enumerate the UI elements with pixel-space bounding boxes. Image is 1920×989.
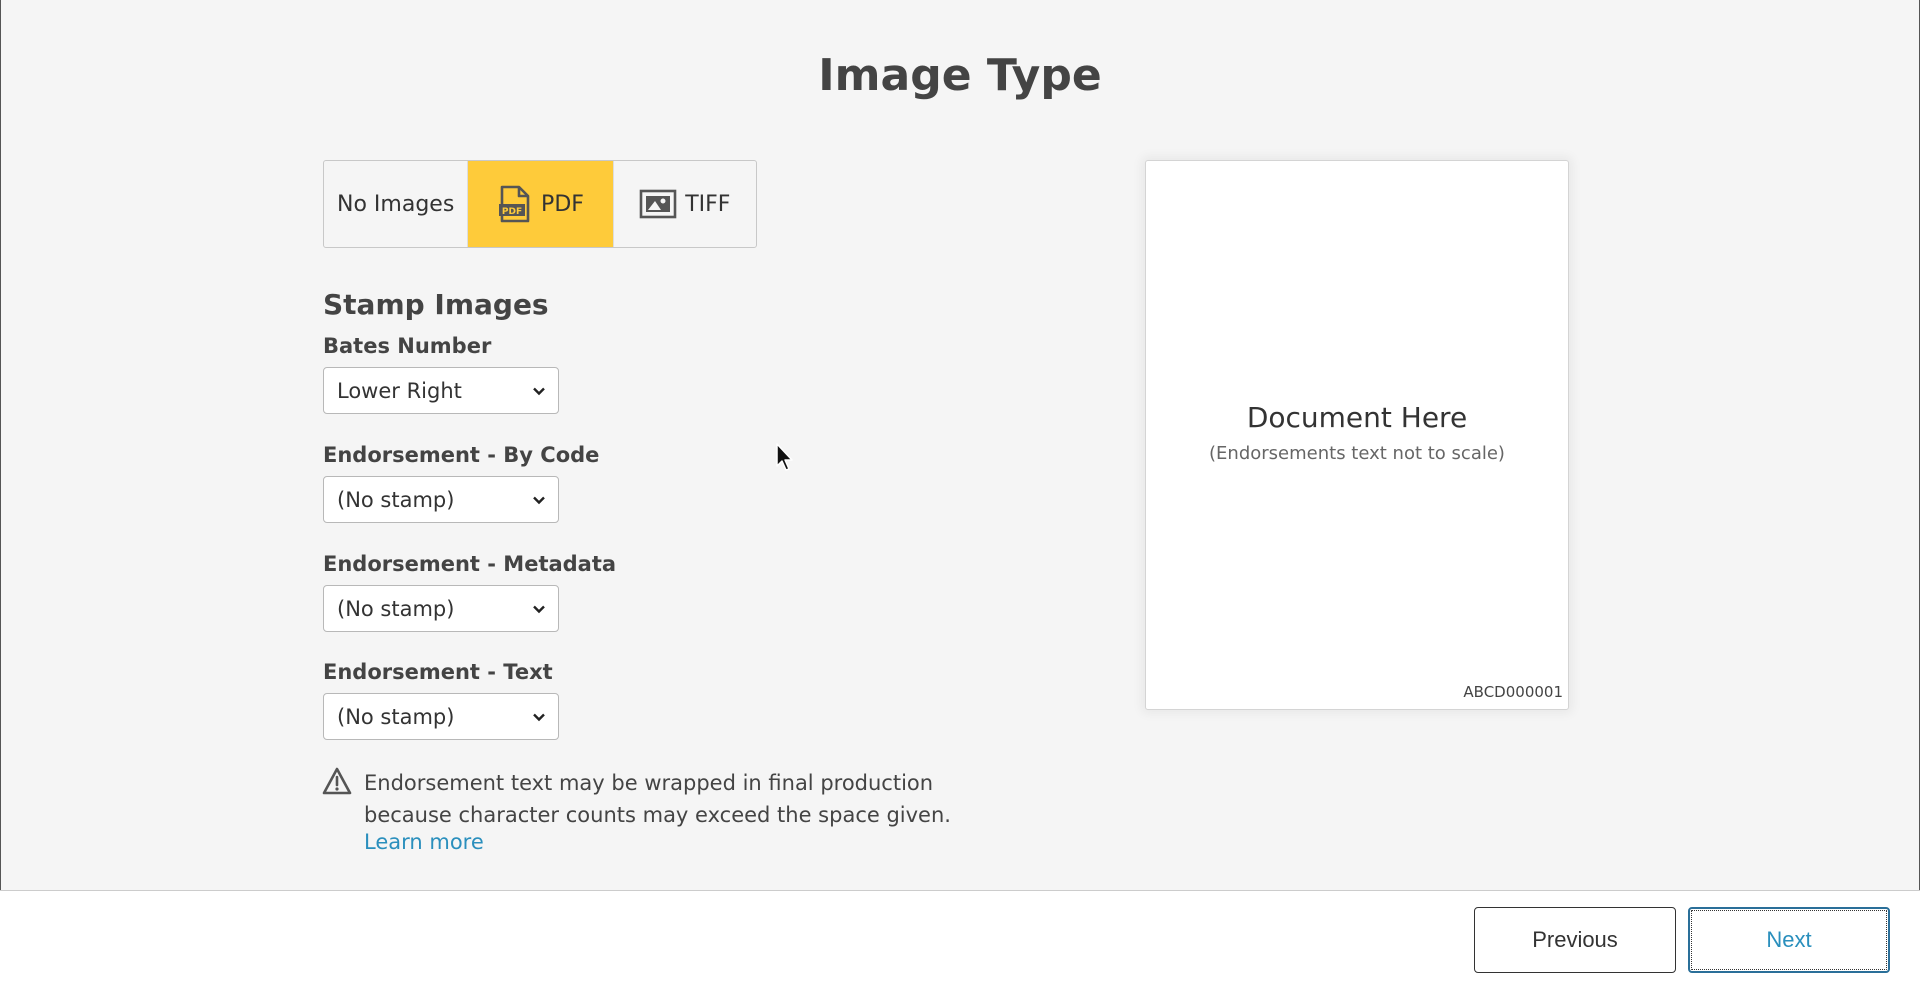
image-type-tiff-button[interactable]: TIFF	[612, 161, 756, 247]
document-preview-subheading: (Endorsements text not to scale)	[1209, 443, 1505, 464]
chevron-down-icon	[533, 605, 545, 613]
image-type-no-images-button[interactable]: No Images	[324, 161, 469, 247]
pdf-file-icon: PDF	[497, 185, 533, 223]
bates-number-label: Bates Number	[323, 334, 492, 358]
image-icon	[639, 189, 677, 219]
endorsement-warning-text: Endorsement text may be wrapped in final…	[364, 771, 951, 827]
bates-number-value: Lower Right	[337, 378, 462, 403]
image-type-no-images-label: No Images	[337, 191, 455, 217]
warning-icon	[322, 767, 352, 795]
stamp-images-heading: Stamp Images	[323, 288, 549, 321]
document-preview-heading: Document Here	[1246, 401, 1468, 434]
endorsement-by-code-value: (No stamp)	[337, 487, 455, 512]
svg-text:PDF: PDF	[502, 207, 522, 217]
chevron-down-icon	[533, 713, 545, 721]
image-type-tiff-label: TIFF	[685, 191, 731, 217]
image-type-pdf-button[interactable]: PDF PDF	[468, 161, 613, 247]
previous-button[interactable]: Previous	[1474, 907, 1676, 973]
mouse-cursor-icon	[776, 443, 793, 471]
endorsement-metadata-value: (No stamp)	[337, 596, 455, 621]
endorsement-text-select[interactable]: (No stamp)	[323, 693, 559, 740]
endorsement-by-code-select[interactable]: (No stamp)	[323, 476, 559, 523]
endorsement-text-value: (No stamp)	[337, 704, 455, 729]
image-type-toggle: No Images PDF PDF TIFF	[323, 160, 757, 248]
frame-left-border	[0, 0, 1, 890]
next-button[interactable]: Next	[1688, 907, 1890, 973]
bates-number-preview: ABCD000001	[1463, 683, 1563, 701]
learn-more-link[interactable]: Learn more	[364, 830, 484, 854]
bates-number-select[interactable]: Lower Right	[323, 367, 559, 414]
endorsement-text-label: Endorsement - Text	[323, 660, 553, 684]
page-title: Image Type	[818, 50, 1102, 101]
image-type-pdf-label: PDF	[541, 191, 584, 217]
endorsement-metadata-label: Endorsement - Metadata	[323, 552, 617, 576]
chevron-down-icon	[533, 387, 545, 395]
document-preview: Document Here (Endorsements text not to …	[1145, 160, 1569, 710]
chevron-down-icon	[533, 496, 545, 504]
endorsement-metadata-select[interactable]: (No stamp)	[323, 585, 559, 632]
endorsement-by-code-label: Endorsement - By Code	[323, 443, 600, 467]
